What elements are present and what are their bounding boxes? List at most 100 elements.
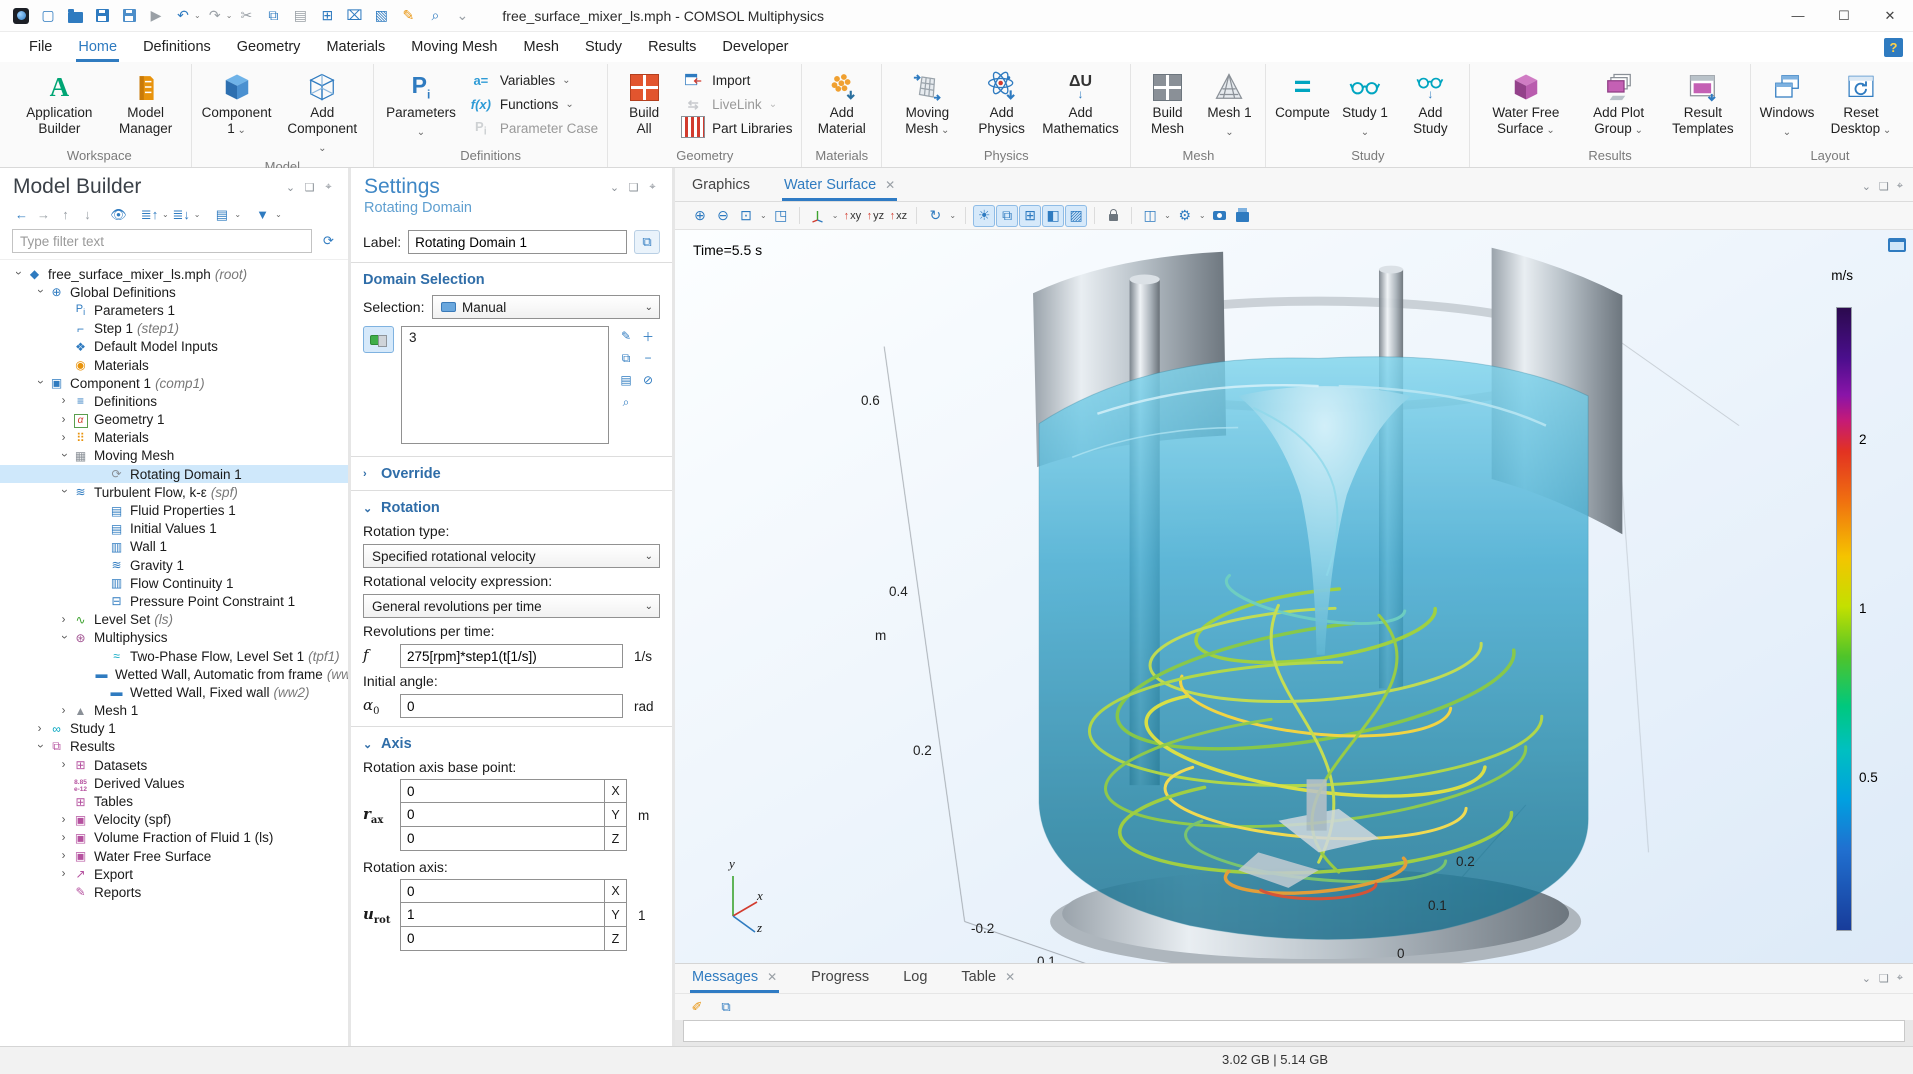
tree-item-study-1[interactable]: ∞Study 1 [0, 720, 348, 738]
tree-item-definitions[interactable]: ≡Definitions [0, 392, 348, 410]
pin-panel-icon[interactable]: ⌖ [643, 181, 662, 194]
parameters-button[interactable]: Pi Parameters [379, 64, 463, 141]
graphics-canvas[interactable]: Time=5.5 s m/s 2 1 0.5 0.6 0.4 m 0.2 -0.… [675, 230, 1913, 963]
tree-item-default-model-inputs[interactable]: ❖Default Model Inputs [0, 338, 348, 356]
initial-angle-input[interactable] [400, 694, 623, 718]
tree-item-flow-continuity-1[interactable]: ▥Flow Continuity 1 [0, 574, 348, 592]
clear-messages-icon[interactable]: ✐ [687, 997, 707, 1017]
find-icon[interactable]: ⌕ [422, 3, 448, 29]
tree-item-initial-values-1[interactable]: ▤Initial Values 1 [0, 520, 348, 538]
panel-menu-icon[interactable]: ⌄ [1862, 972, 1871, 985]
base-point-x-input[interactable] [400, 779, 605, 803]
expand-arrow-icon[interactable] [56, 831, 71, 845]
close-button[interactable]: ✕ [1867, 0, 1913, 32]
select-box-icon[interactable]: ▧ [368, 3, 394, 29]
image-appearance-icon[interactable]: ◫ [1139, 205, 1161, 227]
plot-settings-icon[interactable]: ⚙ [1174, 205, 1196, 227]
move-down-icon[interactable]: ↓ [78, 205, 97, 224]
rotate-icon[interactable]: ↻ [924, 205, 946, 227]
tree-item-derived-values[interactable]: 8.85e-12Derived Values [0, 774, 348, 792]
add-physics-button[interactable]: Add Physics [968, 64, 1036, 137]
show-icon[interactable]: 👁 [109, 205, 128, 224]
tree-item-global-materials[interactable]: ◉Materials [0, 356, 348, 374]
expand-arrow-icon[interactable] [56, 867, 71, 881]
menu-tab-home[interactable]: Home [65, 33, 130, 62]
redo-icon[interactable]: ↷ [202, 3, 228, 29]
tree-item-moving-mesh[interactable]: ▦Moving Mesh [0, 447, 348, 465]
rename-button[interactable]: ⧉ [634, 230, 660, 254]
rotational-velocity-combobox[interactable]: General revolutions per time⌄ [363, 594, 660, 618]
application-builder-button[interactable]: A Application Builder [13, 64, 106, 137]
label-input[interactable] [408, 230, 627, 254]
menu-tab-geometry[interactable]: Geometry [224, 33, 314, 62]
back-icon[interactable]: ← [12, 205, 31, 224]
functions-button[interactable]: f(x)Functions [469, 95, 598, 114]
tree-item-materials[interactable]: ⠿Materials [0, 429, 348, 447]
override-section[interactable]: ›Override [363, 466, 660, 482]
tree-item-velocity[interactable]: ▣Velocity (spf) [0, 811, 348, 829]
snapshot-icon[interactable] [1209, 205, 1231, 227]
parameter-case-button[interactable]: PiParameter Case [469, 119, 598, 138]
pin-panel-icon[interactable]: ⌖ [319, 181, 338, 194]
expand-arrow-icon[interactable] [56, 449, 71, 463]
go-to-xy-view-icon[interactable]: ↑xy [841, 205, 863, 227]
revolutions-per-time-input[interactable] [400, 644, 623, 668]
axis-y-input[interactable] [400, 903, 605, 927]
tree-item-fluid-properties-1[interactable]: ▤Fluid Properties 1 [0, 501, 348, 519]
mesh-1-button[interactable]: Mesh 1 [1198, 64, 1260, 141]
zoom-in-icon[interactable]: ⊕ [689, 205, 711, 227]
tree-item-datasets[interactable]: ⊞Datasets [0, 756, 348, 774]
livelink-button[interactable]: ⇆LiveLink [681, 95, 792, 114]
float-panel-icon[interactable]: ❑ [300, 181, 319, 194]
import-button[interactable]: Import [681, 71, 792, 90]
expand-arrow-icon[interactable] [56, 704, 71, 718]
tree-item-component-1[interactable]: ▣Component 1(comp1) [0, 374, 348, 392]
base-point-z-input[interactable] [400, 827, 605, 851]
copy-icon[interactable]: ⧉ [260, 3, 286, 29]
expand-arrow-icon[interactable] [10, 267, 25, 281]
rotate-menu-icon[interactable]: ⌄ [949, 211, 956, 220]
quick-access-menu-icon[interactable]: ⌄ [449, 3, 475, 29]
selection-combobox[interactable]: Manual ⌄ [432, 295, 660, 319]
transparency-icon[interactable]: ⧉ [996, 205, 1018, 227]
menu-tab-results[interactable]: Results [635, 33, 709, 62]
expand-all-icon[interactable]: ≣↑ [140, 205, 159, 224]
scene-light-icon[interactable]: ☀ [973, 205, 995, 227]
panel-menu-icon[interactable]: ⌄ [281, 181, 300, 194]
filter-menu-icon[interactable]: ⌄ [275, 210, 282, 219]
tab-water-surface[interactable]: Water Surface✕ [782, 170, 897, 201]
zoom-to-selection-icon[interactable]: ⌕ [616, 392, 636, 412]
add-study-button[interactable]: ↓ Add Study [1397, 64, 1465, 137]
expand-arrow-icon[interactable] [56, 485, 71, 499]
panel-menu-icon[interactable]: ⌄ [1862, 180, 1871, 193]
menu-tab-materials[interactable]: Materials [313, 33, 398, 62]
clear-icon[interactable]: ⊘ [638, 370, 658, 390]
compute-button[interactable]: = Compute [1271, 64, 1333, 121]
zoom-out-icon[interactable]: ⊖ [712, 205, 734, 227]
view-orientation-icon[interactable] [807, 205, 829, 227]
undo-menu-icon[interactable]: ⌄ [194, 11, 201, 20]
pin-panel-icon[interactable]: ⌖ [1897, 180, 1903, 193]
reset-desktop-button[interactable]: Reset Desktop [1818, 64, 1904, 139]
tree-item-level-set[interactable]: ∿Level Set(ls) [0, 611, 348, 629]
tree-item-global-definitions[interactable]: ⊕Global Definitions [0, 283, 348, 301]
clear-icon[interactable]: ✎ [395, 3, 421, 29]
pin-panel-icon[interactable]: ⌖ [1897, 972, 1903, 985]
menu-tab-study[interactable]: Study [572, 33, 635, 62]
copy-icon[interactable]: ⧉ [616, 348, 636, 368]
tree-item-geometry-1[interactable]: αGeometry 1 [0, 411, 348, 429]
close-tab-icon[interactable]: ✕ [885, 178, 895, 192]
float-panel-icon[interactable]: ❑ [1879, 972, 1889, 985]
move-up-icon[interactable]: ↑ [56, 205, 75, 224]
tree-item-volume-fraction[interactable]: ▣Volume Fraction of Fluid 1 (ls) [0, 829, 348, 847]
node-text-icon[interactable]: ▤ [212, 205, 231, 224]
node-text-menu-icon[interactable]: ⌄ [234, 210, 241, 219]
active-toggle-button[interactable] [363, 326, 394, 353]
zoom-box-icon[interactable]: ⊡ [735, 205, 757, 227]
show-grid-icon[interactable]: ⊞ [1019, 205, 1041, 227]
tree-item-rotating-domain-1[interactable]: ⟳Rotating Domain 1 [0, 465, 348, 483]
base-point-y-input[interactable] [400, 803, 605, 827]
minimize-button[interactable]: — [1775, 0, 1821, 32]
expand-arrow-icon[interactable] [56, 431, 71, 445]
open-file-icon[interactable] [62, 3, 88, 29]
